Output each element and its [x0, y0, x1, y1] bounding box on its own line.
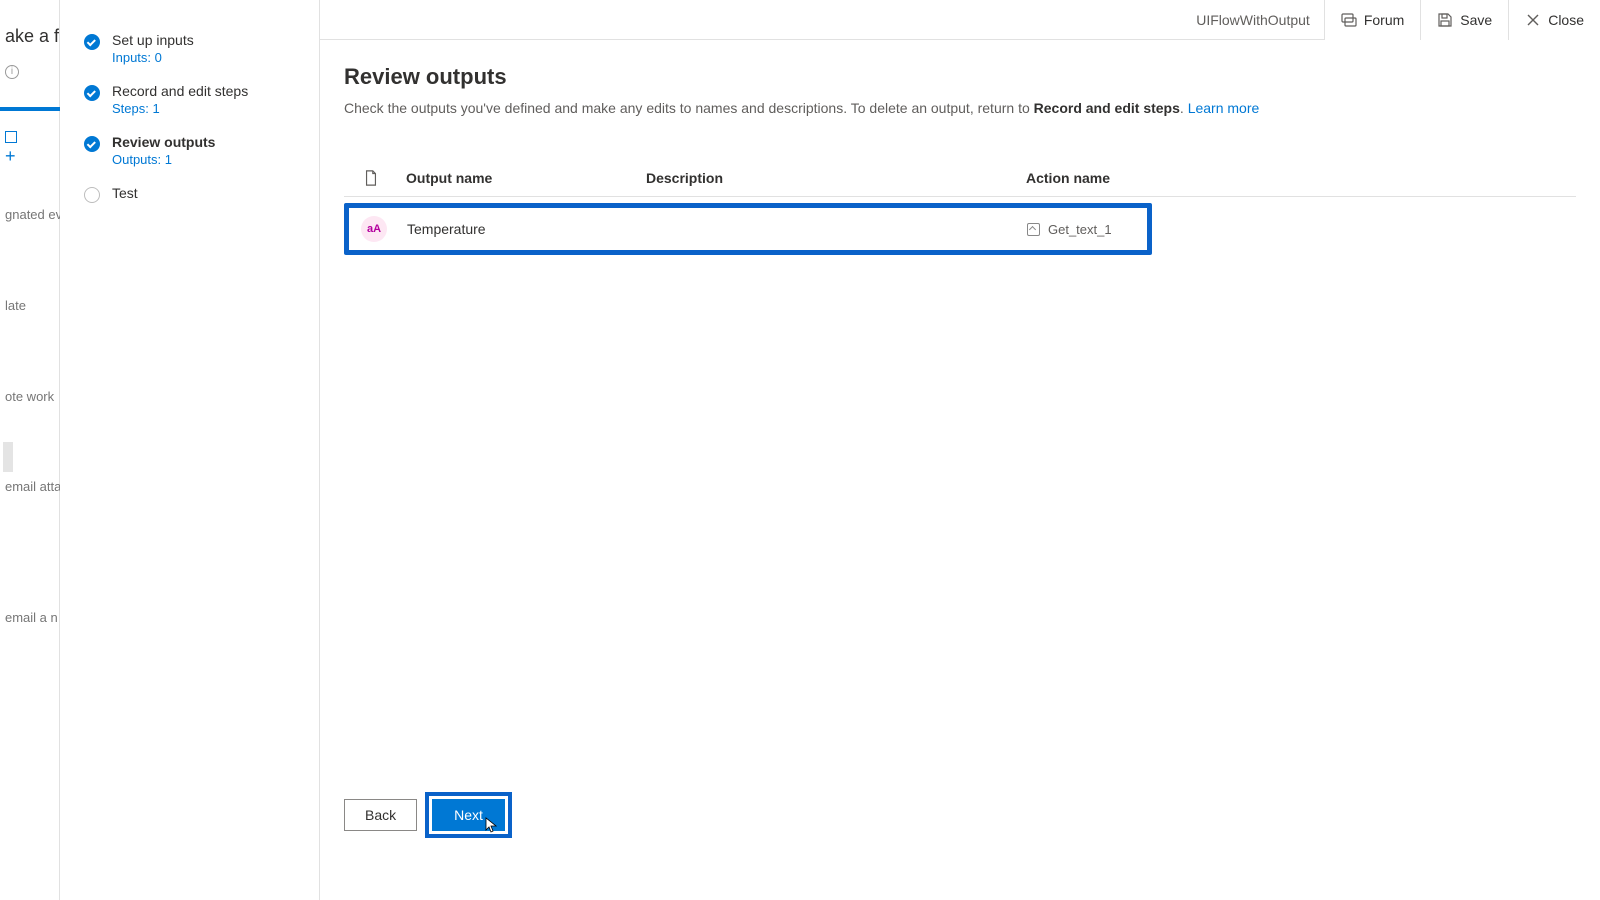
step-review-outputs[interactable]: Review outputs Outputs: 1 [60, 130, 319, 181]
wizard-footer: Back Next [344, 792, 512, 838]
col-output-name[interactable]: Output name [404, 170, 644, 186]
save-button[interactable]: Save [1420, 0, 1508, 40]
step-title: Set up inputs [112, 32, 194, 48]
action-name-cell: Get_text_1 [1027, 222, 1447, 237]
step-title: Record and edit steps [112, 83, 248, 99]
cursor-icon [485, 817, 497, 833]
step-subtitle: Inputs: 0 [112, 50, 194, 65]
learn-more-link[interactable]: Learn more [1188, 100, 1260, 116]
back-button[interactable]: Back [344, 799, 417, 831]
table-header: Output name Description Action name [344, 164, 1576, 197]
col-action-name[interactable]: Action name [1024, 170, 1444, 186]
step-subtitle: Outputs: 1 [112, 152, 215, 167]
step-subtitle: Steps: 1 [112, 101, 248, 116]
close-label: Close [1548, 12, 1584, 28]
step-title: Test [112, 185, 138, 201]
col-description[interactable]: Description [644, 170, 1024, 186]
page-subtitle: Check the outputs you've defined and mak… [344, 100, 1576, 116]
table-row[interactable]: aA Temperature Get_text_1 [344, 203, 1152, 255]
info-icon: i [5, 65, 19, 79]
check-icon [84, 85, 100, 101]
outputs-table: Output name Description Action name aA T… [344, 164, 1576, 259]
text-type-icon: aA [361, 216, 387, 242]
next-button-highlight: Next [425, 792, 512, 838]
file-icon [344, 170, 404, 186]
close-button[interactable]: Close [1508, 0, 1600, 40]
check-icon [84, 136, 100, 152]
action-icon [1027, 223, 1040, 236]
save-label: Save [1460, 12, 1492, 28]
step-test[interactable]: Test [60, 181, 319, 217]
step-record-and-edit[interactable]: Record and edit steps Steps: 1 [60, 79, 319, 130]
top-toolbar: UIFlowWithOutput Forum Save Close [320, 0, 1600, 40]
flow-name: UIFlowWithOutput [1182, 12, 1324, 28]
bg-title: ake a fl [0, 20, 59, 53]
circle-icon [84, 187, 100, 203]
check-icon [84, 34, 100, 50]
forum-label: Forum [1364, 12, 1404, 28]
output-name-cell: Temperature [407, 221, 647, 237]
forum-button[interactable]: Forum [1324, 0, 1420, 40]
step-set-up-inputs[interactable]: Set up inputs Inputs: 0 [60, 28, 319, 79]
close-icon [1525, 12, 1541, 28]
wizard-step-sidebar: Set up inputs Inputs: 0 Record and edit … [60, 0, 320, 900]
bg-side-text: gnated even late ote work email attac em… [0, 205, 59, 629]
save-icon [1437, 12, 1453, 28]
chat-icon [1341, 12, 1357, 28]
page-title: Review outputs [344, 64, 1576, 90]
next-button[interactable]: Next [432, 799, 505, 831]
background-panel: ake a fl i + gnated even late ote work e… [0, 0, 60, 900]
bg-progress-bar [0, 107, 60, 111]
step-title: Review outputs [112, 134, 215, 150]
bg-mini-icons: + [5, 131, 59, 165]
main-content: Review outputs Check the outputs you've … [320, 40, 1600, 900]
